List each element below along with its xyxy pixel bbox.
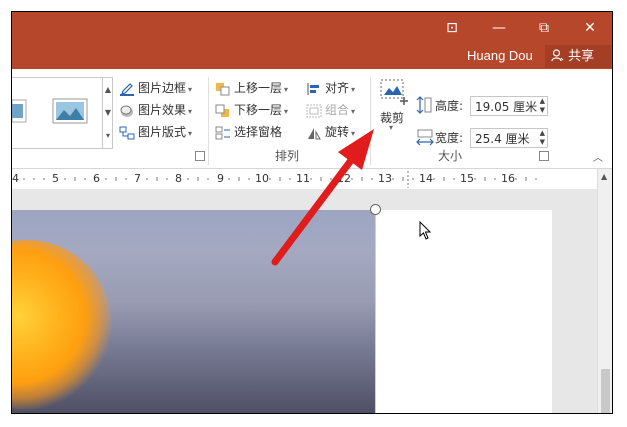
picture-layout-button[interactable]: 图片版式 ▾ xyxy=(119,122,192,142)
slide-page[interactable] xyxy=(375,210,552,413)
arrange-group-label: 排列 xyxy=(275,149,300,163)
scroll-thumb[interactable] xyxy=(601,369,610,413)
collapse-ribbon-icon[interactable]: ︿ xyxy=(593,149,603,164)
person-icon xyxy=(551,49,564,62)
flower-image xyxy=(12,240,112,410)
picture-styles-gallery[interactable]: ▲ ▼ ▾ xyxy=(12,77,113,149)
group-separator xyxy=(370,77,371,165)
gallery-up-icon[interactable]: ▲ xyxy=(103,78,113,101)
ruler-number: 5 xyxy=(52,172,59,185)
selection-pane-icon xyxy=(215,126,230,139)
width-input[interactable]: 25.4 厘米 ▲ ▼ xyxy=(470,128,548,148)
ribbon-display-options-icon[interactable]: ⊡ xyxy=(437,16,467,40)
ruler-number: 9 xyxy=(217,172,224,185)
picture-style-thumbnail[interactable] xyxy=(12,98,30,126)
bring-forward-icon xyxy=(216,82,230,95)
bring-forward-button[interactable]: 上移一层 ▾ xyxy=(215,78,288,98)
width-spinner[interactable]: ▲ ▼ xyxy=(540,129,545,147)
share-button[interactable]: 共享 xyxy=(545,45,611,68)
width-label: 宽度: xyxy=(435,131,464,145)
ruler-number: 15 xyxy=(460,172,474,185)
picture-style-thumbnail[interactable] xyxy=(52,98,88,126)
ruler-number: 16 xyxy=(501,172,515,185)
group-separator xyxy=(208,77,209,165)
picture-effects-button[interactable]: 图片效果 ▾ xyxy=(119,100,192,120)
gallery-more-icon[interactable]: ▾ xyxy=(103,124,113,147)
send-backward-icon xyxy=(215,104,229,117)
powerpoint-window: ⊡ — ⧉ ✕ Huang Dou 共享 ▲ ▼ ▾ 图片边框 ▾ 图片效果 ▾… xyxy=(12,12,612,413)
ruler-number: 13 xyxy=(378,172,392,185)
minimize-icon[interactable]: — xyxy=(484,16,514,40)
maximize-icon[interactable]: ⧉ xyxy=(529,16,559,40)
picture-styles-launcher[interactable] xyxy=(195,151,205,161)
share-label: 共享 xyxy=(568,49,595,64)
ruler-number: 12 xyxy=(337,172,351,185)
size-group-label: 大小 xyxy=(438,149,463,163)
align-button[interactable]: 对齐 ▾ xyxy=(306,78,355,98)
height-label: 高度: xyxy=(435,99,464,113)
ruler-number: 8 xyxy=(175,172,182,185)
ruler-number: 14 xyxy=(419,172,433,185)
gallery-scroll[interactable]: ▲ ▼ ▾ xyxy=(102,78,113,148)
pencil-icon xyxy=(120,82,134,96)
ruler-number: 10 xyxy=(255,172,269,185)
picture-border-button[interactable]: 图片边框 ▾ xyxy=(119,78,192,98)
ruler-number: 6 xyxy=(93,172,100,185)
selection-pane-button[interactable]: 选择窗格 xyxy=(215,122,282,142)
gallery-down-icon[interactable]: ▼ xyxy=(103,101,113,124)
selected-picture[interactable] xyxy=(12,210,375,413)
mouse-cursor-icon xyxy=(419,221,432,240)
send-backward-button[interactable]: 下移一层 ▾ xyxy=(215,100,288,120)
ruler-number: 4 xyxy=(12,172,19,185)
crop-button[interactable]: 裁剪 ▾ xyxy=(376,77,412,137)
effects-icon xyxy=(120,105,133,117)
ruler-number: 7 xyxy=(134,172,141,185)
width-icon xyxy=(416,129,434,146)
slide-editing-area[interactable] xyxy=(12,190,597,413)
title-bar: ⊡ — ⧉ ✕ Huang Dou 共享 xyxy=(12,12,612,69)
align-icon xyxy=(307,82,319,95)
vertical-scrollbar[interactable]: ▲ xyxy=(597,169,612,413)
ribbon: ▲ ▼ ▾ 图片边框 ▾ 图片效果 ▾ 图片版式 ▾ 上移一层 ▾ 下移一层 ▾ 选择窗格… xyxy=(12,69,612,169)
rotate-icon xyxy=(308,127,321,139)
window-frame: ⊡ — ⧉ ✕ Huang Dou 共享 ▲ ▼ ▾ 图片边框 ▾ 图片效果 ▾… xyxy=(11,11,613,414)
user-name[interactable]: Huang Dou xyxy=(467,48,533,63)
group-button[interactable]: 组合 ▾ xyxy=(306,100,355,120)
rotate-button[interactable]: 旋转 ▾ xyxy=(306,122,355,142)
crop-icon xyxy=(380,79,408,105)
height-icon xyxy=(416,96,432,114)
height-spinner[interactable]: ▲ ▼ xyxy=(540,97,545,115)
scroll-up-icon[interactable]: ▲ xyxy=(601,172,607,181)
close-icon[interactable]: ✕ xyxy=(575,16,605,40)
height-input[interactable]: 19.05 厘米 ▲ ▼ xyxy=(470,96,548,116)
resize-handle[interactable] xyxy=(370,204,381,215)
layout-icon xyxy=(119,126,135,139)
size-launcher[interactable] xyxy=(539,151,549,161)
group-icon xyxy=(306,104,322,117)
ruler-number: 11 xyxy=(296,172,310,185)
horizontal-ruler: 4 5 6 7 8 9 10 11 12 13 14 15 16 xyxy=(12,169,597,190)
crop-dropdown-icon[interactable]: ▾ xyxy=(389,123,393,132)
